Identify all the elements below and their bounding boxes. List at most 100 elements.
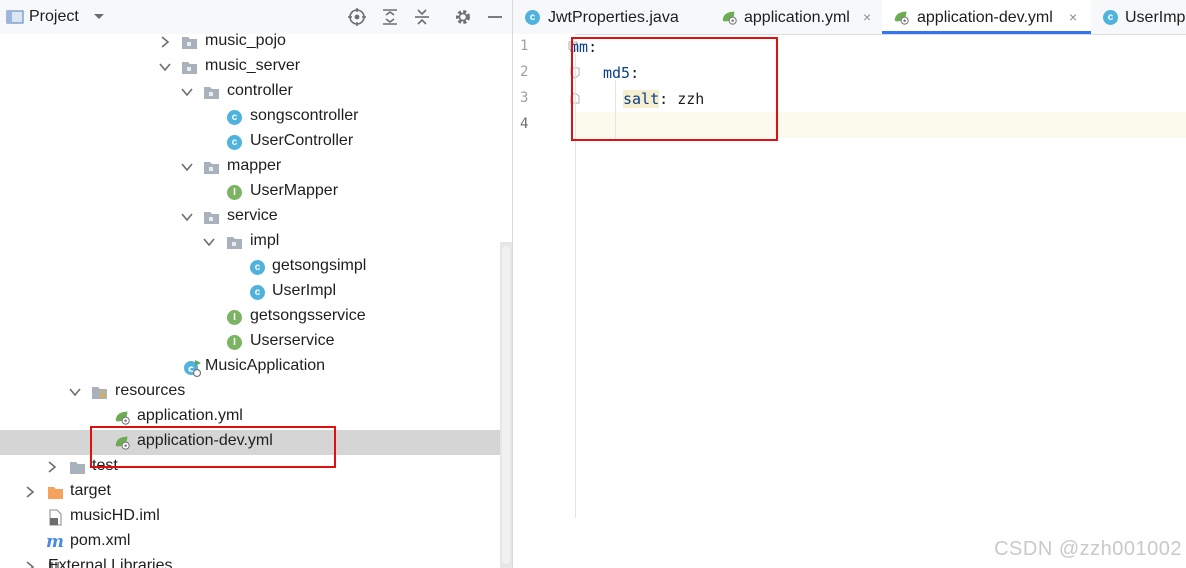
tree-item-impl[interactable]: impl <box>0 230 500 255</box>
tree-item-songscontroller[interactable]: c songscontroller <box>0 105 500 130</box>
watermark: CSDN @zzh001002 <box>994 538 1182 560</box>
tree-item-userservice[interactable]: I Userservice <box>0 330 500 355</box>
chevron-down-icon[interactable] <box>88 6 110 28</box>
tree-item-usermapper[interactable]: I UserMapper <box>0 180 500 205</box>
chevron-down-icon[interactable] <box>180 210 194 224</box>
tree-item-controller[interactable]: controller <box>0 80 500 105</box>
code-line: mm: <box>570 34 1186 60</box>
tree-item-label: impl <box>250 232 280 249</box>
tree-item-label: target <box>70 482 111 499</box>
tab-userimp[interactable]: c UserImp <box>1091 0 1186 34</box>
tab-application-dev-yml[interactable]: application-dev.yml × <box>882 0 1091 34</box>
yaml-key: salt <box>623 90 660 108</box>
chevron-down-icon[interactable] <box>158 60 172 74</box>
tree-item-userimpl[interactable]: c UserImpl <box>0 280 500 305</box>
line-number-gutter: 1 2 3 4 <box>513 34 580 568</box>
tree-item-resources[interactable]: resources <box>0 380 500 405</box>
tree-item-application-yml[interactable]: application.yml <box>0 405 500 430</box>
tree-item-label: application-dev.yml <box>137 432 273 449</box>
excluded-folder-icon <box>48 487 63 499</box>
tab-application-yml[interactable]: application.yml × <box>712 0 882 34</box>
interface-icon: I <box>227 184 244 201</box>
package-folder-icon <box>182 37 197 49</box>
tree-item-musichd-iml[interactable]: musicHD.iml <box>0 505 500 530</box>
class-icon: c <box>250 284 267 301</box>
code-line-current <box>575 112 1186 138</box>
gear-icon[interactable] <box>452 6 474 28</box>
package-folder-icon <box>182 62 197 74</box>
project-toolbar: Project <box>0 0 512 34</box>
line-number: 3 <box>520 90 529 106</box>
tree-item-application-dev-yml[interactable]: application-dev.yml <box>0 430 500 455</box>
tree-item-getsongsimpl[interactable]: c getsongsimpl <box>0 255 500 280</box>
chevron-right-icon[interactable] <box>23 560 37 568</box>
class-icon: c <box>250 259 267 276</box>
tree-item-usercontroller[interactable]: c UserController <box>0 130 500 155</box>
tree-item-mapper[interactable]: mapper <box>0 155 500 180</box>
line-number: 2 <box>520 64 529 80</box>
tree-item-label: music_pojo <box>205 32 286 49</box>
tree-item-service[interactable]: service <box>0 205 500 230</box>
interface-icon: I <box>227 334 244 351</box>
yaml-key: mm <box>570 38 589 56</box>
tree-item-music-pojo[interactable]: music_pojo <box>0 30 500 55</box>
tree-item-label: pom.xml <box>70 532 131 549</box>
close-icon[interactable]: × <box>1069 9 1077 25</box>
tree-item-label: controller <box>227 82 293 99</box>
expand-all-icon[interactable] <box>379 6 401 28</box>
tree-item-label: mapper <box>227 157 282 174</box>
chevron-down-icon[interactable] <box>180 85 194 99</box>
tree-item-label: test <box>92 457 118 474</box>
tree-item-label: UserController <box>250 132 354 149</box>
chevron-down-icon[interactable] <box>68 385 82 399</box>
folder-icon <box>70 462 85 474</box>
tree-item-music-server[interactable]: music_server <box>0 55 500 80</box>
tree-item-target[interactable]: target <box>0 480 500 505</box>
tab-jwtproperties-java[interactable]: c JwtProperties.java <box>513 0 712 34</box>
code-editor[interactable]: mm: md5: salt: zzh <box>570 34 1186 568</box>
chevron-down-icon[interactable] <box>180 160 194 174</box>
class-icon: c <box>227 134 244 151</box>
tab-label: UserImp <box>1125 9 1186 26</box>
chevron-down-icon[interactable] <box>202 235 216 249</box>
target-icon[interactable] <box>346 6 368 28</box>
editor-tab-bar: c JwtProperties.java application.yml × a… <box>513 0 1186 35</box>
yaml-colon: : <box>588 38 598 56</box>
tree-item-label: service <box>227 207 278 224</box>
yaml-colon: : <box>659 90 669 108</box>
interface-icon: I <box>227 309 244 326</box>
tree-item-label: getsongsservice <box>250 307 366 324</box>
package-folder-icon <box>204 162 219 174</box>
tree-item-label: UserImpl <box>272 282 337 299</box>
project-panel: Project music_pojo music_server controll… <box>0 0 512 568</box>
chevron-right-icon[interactable] <box>45 460 59 474</box>
module-file-icon <box>49 509 62 526</box>
line-number: 1 <box>520 38 529 54</box>
spring-yml-icon <box>894 11 909 25</box>
tree-item-external-libraries[interactable]: External Libraries <box>0 555 500 568</box>
tree-item-getsongsservice[interactable]: I getsongsservice <box>0 305 500 330</box>
project-title[interactable]: Project <box>29 8 79 26</box>
close-icon[interactable]: × <box>863 9 871 25</box>
tree-item-test[interactable]: test <box>0 455 500 480</box>
project-scrollbar-thumb[interactable] <box>502 246 510 564</box>
chevron-right-icon[interactable] <box>158 35 172 49</box>
collapse-all-icon[interactable] <box>411 6 433 28</box>
tree-item-pom-xml[interactable]: m pom.xml <box>0 530 500 555</box>
tree-item-label: musicHD.iml <box>70 507 160 524</box>
package-folder-icon <box>204 87 219 99</box>
minimize-icon[interactable] <box>484 6 506 28</box>
package-folder-icon <box>204 212 219 224</box>
tree-item-label: Userservice <box>250 332 335 349</box>
chevron-right-icon[interactable] <box>23 485 37 499</box>
tree-item-musicapplication[interactable]: c MusicApplication <box>0 355 500 380</box>
yaml-colon: : <box>630 64 640 82</box>
tree-item-label: application.yml <box>137 407 243 424</box>
tree-item-label: songscontroller <box>250 107 359 124</box>
tab-label: JwtProperties.java <box>548 9 679 26</box>
spring-yml-icon <box>115 436 130 450</box>
code-line: salt: zzh <box>575 86 1186 112</box>
indent-guide <box>615 80 616 140</box>
indent-guide <box>575 54 576 518</box>
tree-item-label: UserMapper <box>250 182 339 199</box>
